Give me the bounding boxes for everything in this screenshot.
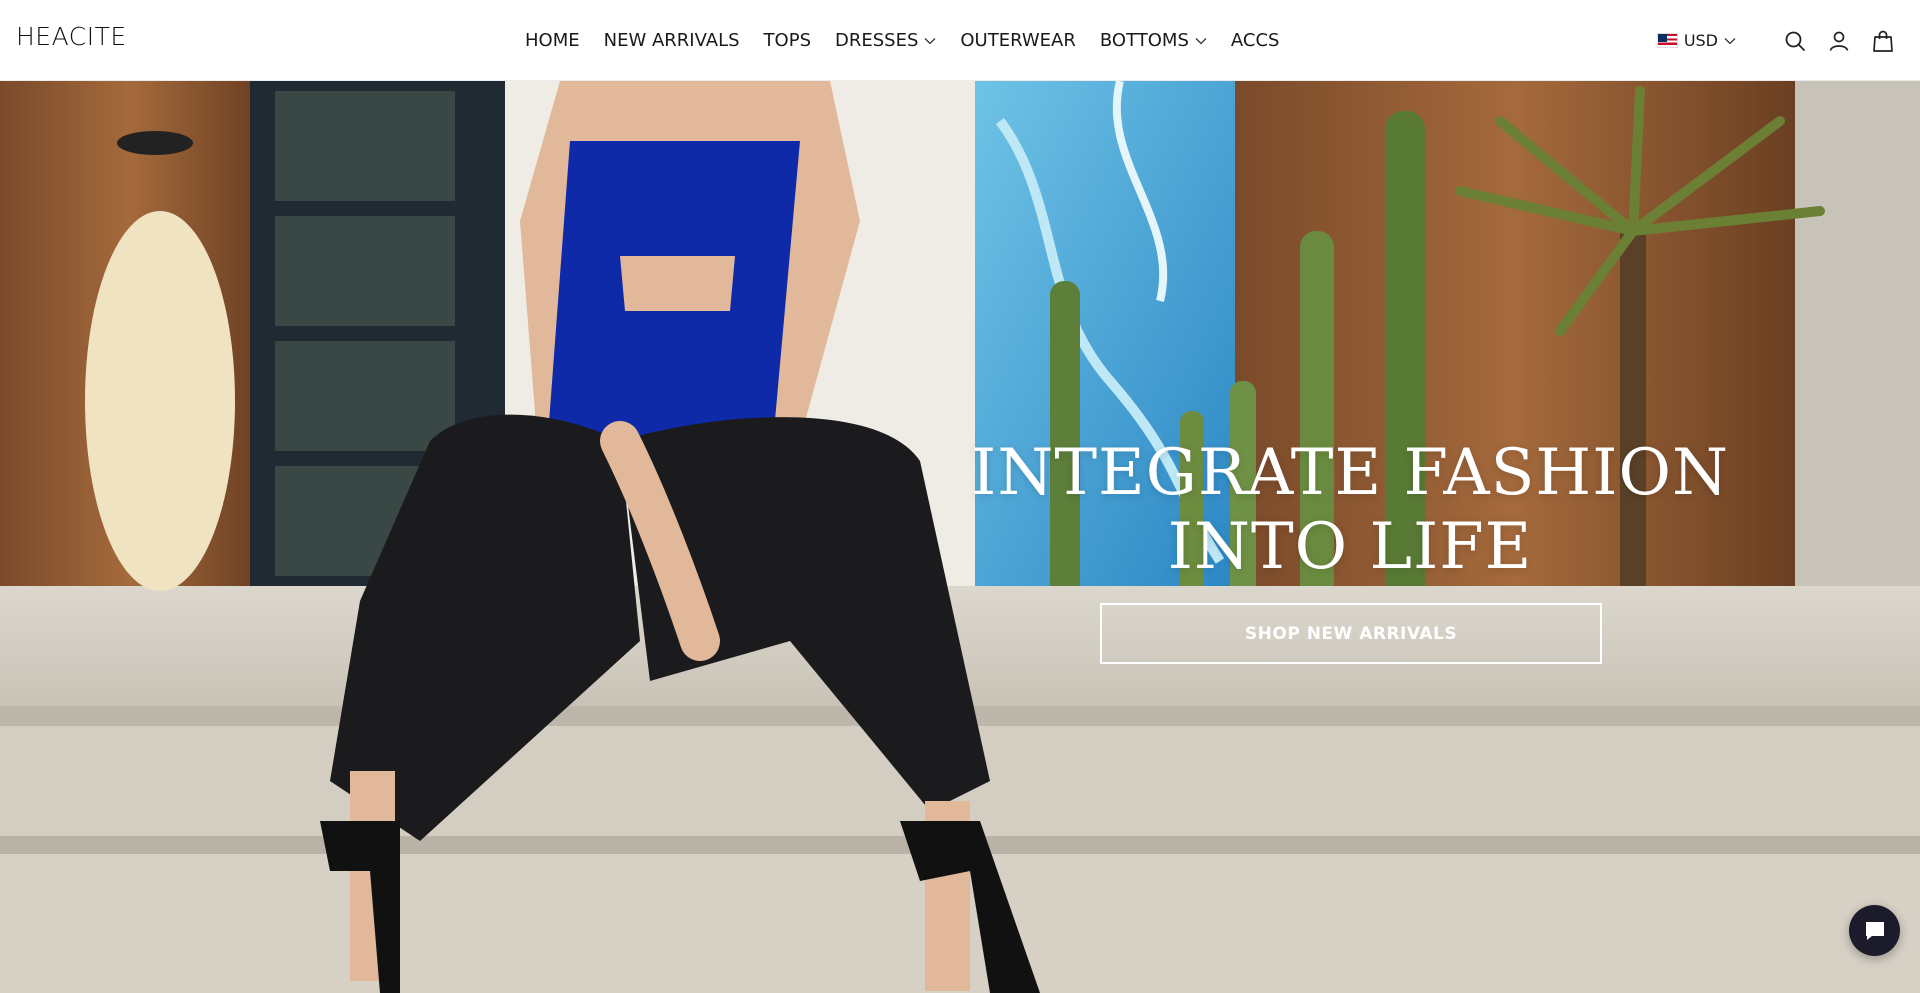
account-button[interactable] (1826, 28, 1852, 54)
chat-bubble-icon (1865, 921, 1884, 940)
nav-item-label: HOME (525, 30, 580, 51)
nav-item-label: OUTERWEAR (960, 30, 1076, 51)
brand-logo[interactable]: HEACITE (16, 22, 127, 51)
site-header: HEACITE HOME NEW ARRIVALS TOPS DRESSES O… (0, 0, 1920, 81)
nav-item-new-arrivals[interactable]: NEW ARRIVALS (604, 30, 740, 51)
cart-button[interactable] (1870, 28, 1896, 54)
nav-item-label: DRESSES (835, 30, 919, 51)
hero-title-line-1: INTEGRATE FASHION (971, 436, 1729, 510)
nav-item-label: NEW ARRIVALS (603, 30, 740, 51)
nav-item-label: ACCS (1230, 30, 1280, 51)
chevron-down-icon (1195, 37, 1207, 44)
main-nav: HOME NEW ARRIVALS TOPS DRESSES OUTERWEAR… (525, 0, 1303, 81)
search-icon (1785, 31, 1805, 51)
currency-label: USD (1683, 31, 1718, 50)
nav-item-home[interactable]: HOME (525, 30, 580, 51)
chevron-down-icon (1724, 37, 1736, 44)
us-flag-icon (1656, 33, 1678, 48)
nav-item-outerwear[interactable]: OUTERWEAR (960, 30, 1075, 51)
hero-title-line-2: INTO LIFE (1167, 510, 1533, 584)
header-actions: USD (1656, 0, 1896, 81)
nav-item-dresses[interactable]: DRESSES (835, 30, 936, 51)
hero-banner: INTEGRATE FASHION INTO LIFE SHOP NEW ARR… (0, 81, 1920, 993)
currency-selector[interactable]: USD (1656, 31, 1736, 50)
shop-new-arrivals-button[interactable]: SHOP NEW ARRIVALS (1100, 603, 1602, 664)
chat-button[interactable] (1849, 905, 1900, 956)
nav-item-label: TOPS (763, 30, 811, 51)
search-button[interactable] (1782, 28, 1808, 54)
nav-item-tops[interactable]: TOPS (764, 30, 811, 51)
account-icon (1829, 31, 1849, 51)
nav-item-label: BOTTOMS (1099, 30, 1189, 51)
hero-title: INTEGRATE FASHION INTO LIFE (960, 436, 1740, 584)
nav-item-accs[interactable]: ACCS (1231, 30, 1280, 51)
nav-item-bottoms[interactable]: BOTTOMS (1100, 30, 1207, 51)
chevron-down-icon (924, 37, 936, 44)
cart-bag-icon (1873, 30, 1893, 52)
